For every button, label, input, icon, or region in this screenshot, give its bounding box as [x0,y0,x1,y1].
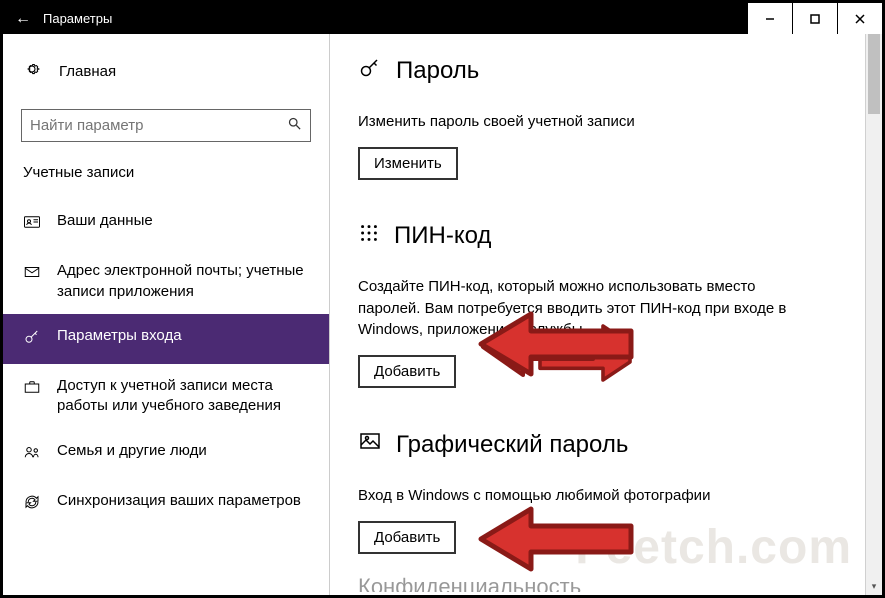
close-button[interactable] [837,3,882,34]
sidebar-home[interactable]: Главная [3,52,329,91]
sidebar-item-label: Доступ к учетной записи места работы или… [57,376,309,417]
sidebar-item-work-access[interactable]: Доступ к учетной записи места работы или… [3,364,329,429]
sidebar-nav: Ваши данные Адрес электронной почты; уче… [3,199,329,529]
add-picture-password-button[interactable]: Добавить [358,521,456,554]
maximize-button[interactable] [792,3,837,34]
search-icon [287,116,302,135]
sidebar-item-email-accounts[interactable]: Адрес электронной почты; учетные записи … [3,249,329,314]
briefcase-icon [23,378,43,402]
main: Главная Учетные записи Ваши данные Адрес… [3,34,882,595]
sidebar-item-family[interactable]: Семья и другие люди [3,429,329,479]
sidebar-category: Учетные записи [3,164,329,199]
sidebar-item-your-info[interactable]: Ваши данные [3,199,329,249]
add-pin-button[interactable]: Добавить [358,355,456,388]
sync-icon [23,493,43,517]
sidebar-item-label: Параметры входа [57,326,182,346]
section-password: Пароль Изменить пароль своей учетной зап… [358,56,854,180]
search-input-wrapper[interactable] [21,109,311,142]
keypad-icon [358,222,380,249]
back-button[interactable]: ← [3,10,43,28]
heading-password: Пароль [396,57,479,85]
scrollbar-thumb[interactable] [868,34,880,114]
sidebar-home-label: Главная [59,63,116,80]
scroll-down-icon[interactable]: ▾ [866,578,882,595]
change-password-button[interactable]: Изменить [358,147,458,180]
heading-privacy-cutoff: Конфиденциальность [358,574,854,592]
sidebar: Главная Учетные записи Ваши данные Адрес… [3,34,330,595]
search-input[interactable] [30,117,287,134]
key-icon [358,56,382,85]
arrow-annotation-icon [476,502,636,577]
scrollbar[interactable]: ▾ [865,34,882,595]
desc-picture: Вход в Windows с помощью любимой фотогра… [358,485,818,507]
sidebar-item-sign-in-options[interactable]: Параметры входа [3,314,329,364]
people-icon [23,443,43,467]
heading-pin: ПИН-код [394,222,491,250]
sidebar-item-label: Синхронизация ваших параметров [57,491,301,511]
sidebar-item-sync[interactable]: Синхронизация ваших параметров [3,479,329,529]
person-card-icon [23,213,43,237]
key-icon [23,328,43,352]
content: Feetch.com Пароль Изменить пароль своей … [330,34,882,595]
picture-icon [358,430,382,459]
window-title: Параметры [43,11,112,26]
minimize-button[interactable] [747,3,792,34]
section-picture-password: Графический пароль Вход в Windows с помо… [358,430,854,554]
gear-icon [23,60,41,83]
sidebar-item-label: Семья и другие люди [57,441,207,461]
mail-icon [23,263,43,287]
window-controls [747,3,882,34]
section-pin: ПИН-код Создайте ПИН-код, который можно … [358,222,854,388]
sidebar-item-label: Ваши данные [57,211,153,231]
desc-password: Изменить пароль своей учетной записи [358,111,818,133]
titlebar: ← Параметры [3,3,882,34]
sidebar-item-label: Адрес электронной почты; учетные записи … [57,261,309,302]
heading-picture: Графический пароль [396,431,628,459]
desc-pin: Создайте ПИН-код, который можно использо… [358,276,818,341]
